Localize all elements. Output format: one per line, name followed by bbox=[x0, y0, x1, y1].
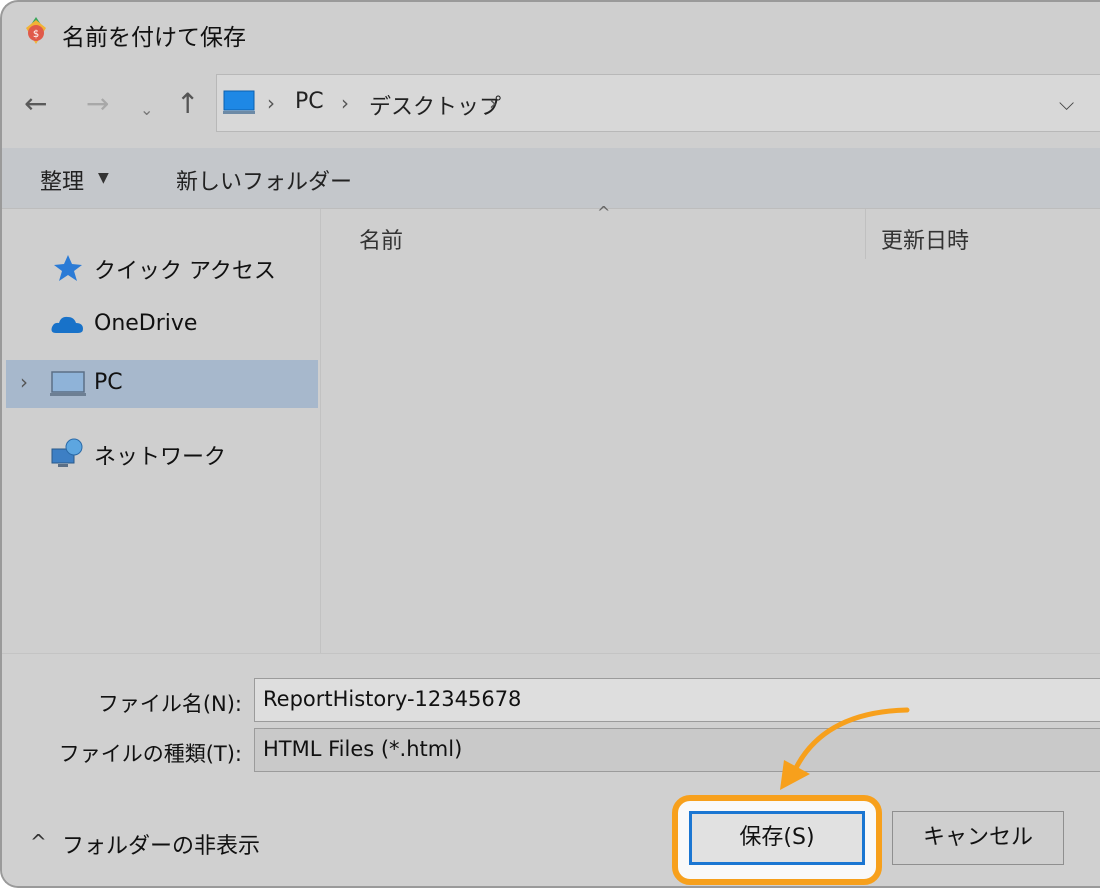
app-icon: $ bbox=[26, 17, 46, 44]
network-icon bbox=[51, 438, 83, 467]
save-button[interactable]: 保存(S) bbox=[689, 811, 865, 865]
sidebar-item-label: クイック アクセス bbox=[94, 259, 276, 284]
chevron-down-icon[interactable]: ⌵ bbox=[1059, 91, 1074, 115]
sort-ascending-icon: ^ bbox=[597, 203, 611, 222]
sidebar-item-label: ネットワーク bbox=[94, 445, 227, 470]
pointer-arrow-icon bbox=[780, 707, 910, 790]
forward-button[interactable]: → bbox=[86, 84, 109, 124]
sidebar-item-network[interactable]: ネットワーク bbox=[6, 429, 318, 477]
star-icon bbox=[54, 255, 82, 281]
caret-down-icon: ▼ bbox=[98, 170, 109, 186]
save-options-panel: ファイル名(N): ReportHistory-12345678 ファイルの種類… bbox=[2, 653, 1100, 886]
title-bar: $ 名前を付けて保存 bbox=[2, 2, 1100, 64]
breadcrumb-separator: › bbox=[489, 91, 497, 115]
column-header-name[interactable]: 名前 bbox=[359, 223, 403, 255]
filetype-label: ファイルの種類(T): bbox=[58, 742, 242, 766]
up-button[interactable]: ↑ bbox=[176, 84, 199, 124]
organize-button[interactable]: 整理 bbox=[40, 164, 84, 196]
toolbar: 整理 ▼ 新しいフォルダー bbox=[2, 148, 1100, 209]
chevron-right-icon[interactable]: › bbox=[20, 370, 28, 394]
filename-label: ファイル名(N): bbox=[97, 692, 242, 716]
computer-icon bbox=[223, 90, 255, 114]
column-divider[interactable] bbox=[865, 209, 866, 259]
column-header-modified[interactable]: 更新日時 bbox=[881, 223, 969, 255]
sidebar-item-pc[interactable]: › PC bbox=[6, 360, 318, 408]
sidebar-item-label: PC bbox=[94, 370, 123, 395]
hide-folders-button[interactable]: フォルダーの非表示 bbox=[62, 828, 260, 860]
new-folder-button[interactable]: 新しいフォルダー bbox=[176, 164, 352, 196]
sidebar-item-label: OneDrive bbox=[94, 311, 198, 336]
chevron-up-icon: ^ bbox=[30, 830, 47, 854]
cloud-icon bbox=[51, 316, 83, 333]
cancel-button[interactable]: キャンセル bbox=[892, 811, 1064, 865]
navigation-pane: クイック アクセス OneDrive › PC ネットワーク bbox=[2, 209, 321, 653]
sidebar-item-onedrive[interactable]: OneDrive bbox=[6, 301, 318, 349]
svg-text:$: $ bbox=[33, 29, 39, 40]
recent-locations-button[interactable]: ⌄ bbox=[140, 90, 153, 130]
breadcrumb-pc[interactable]: PC bbox=[295, 89, 324, 114]
window-title: 名前を付けて保存 bbox=[62, 25, 246, 51]
sidebar-item-quick-access[interactable]: クイック アクセス bbox=[6, 243, 318, 291]
computer-icon bbox=[50, 371, 86, 396]
filetype-select[interactable]: HTML Files (*.html) bbox=[254, 728, 1100, 772]
address-bar[interactable]: › PC › デスクトップ › ⌵ bbox=[216, 74, 1100, 132]
back-button[interactable]: ← bbox=[24, 84, 47, 124]
breadcrumb-separator: › bbox=[267, 91, 275, 115]
breadcrumb-separator: › bbox=[341, 91, 349, 115]
save-as-dialog: $ 名前を付けて保存 ← → ⌄ ↑ › PC › デスクトップ › ⌵ 整理 … bbox=[0, 0, 1100, 888]
breadcrumb-desktop[interactable]: デスクトップ bbox=[369, 89, 501, 121]
file-list[interactable]: ^ 名前 更新日時 bbox=[321, 203, 1100, 653]
filename-input[interactable]: ReportHistory-12345678 bbox=[254, 678, 1100, 722]
